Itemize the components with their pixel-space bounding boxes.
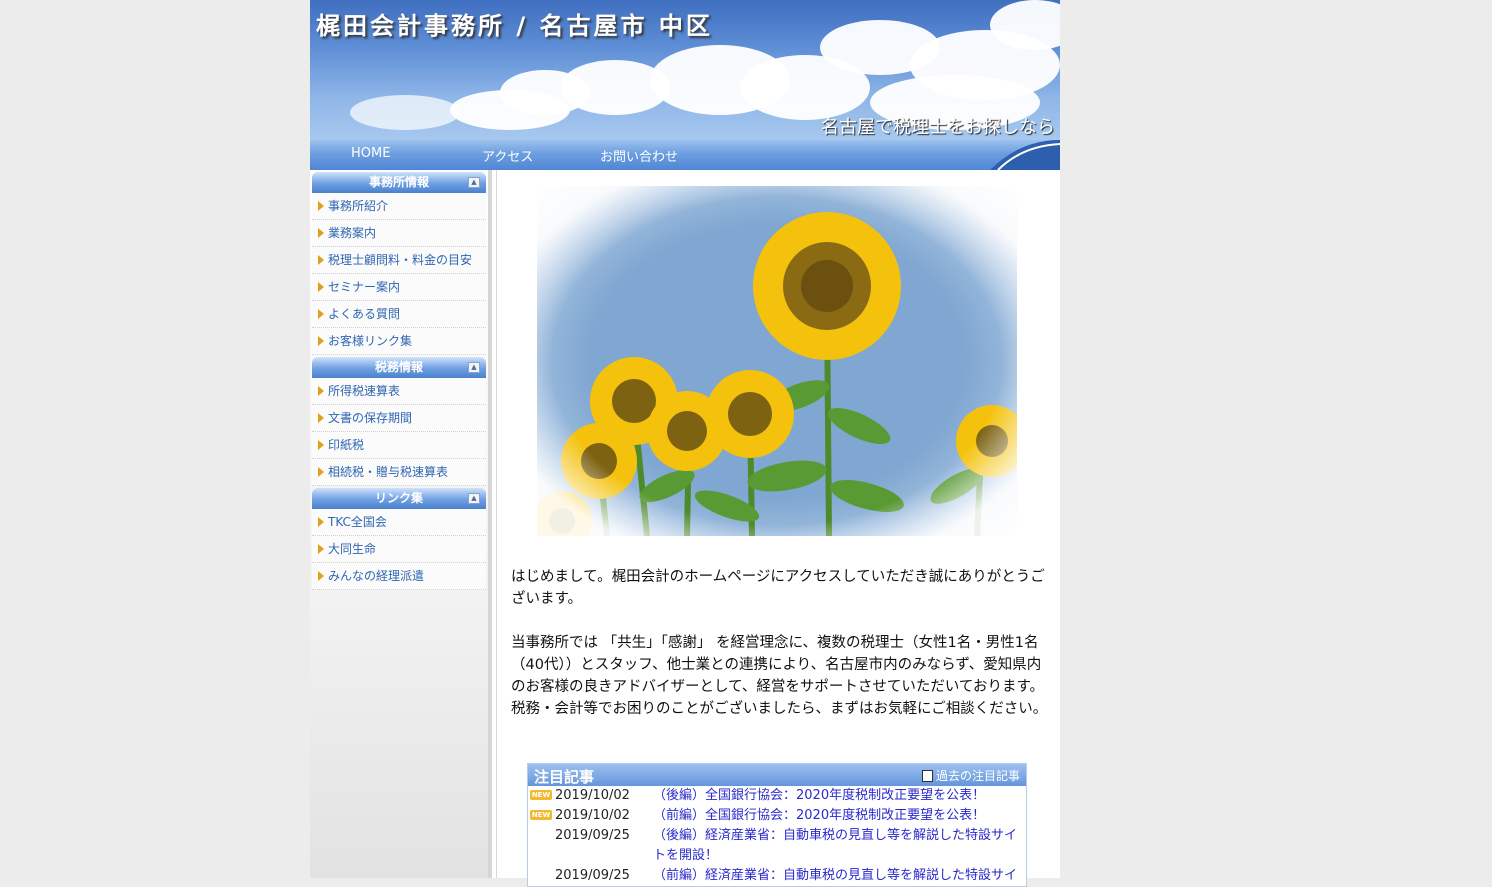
article-date: 2019/09/25	[555, 868, 630, 883]
arrow-icon	[318, 201, 324, 211]
sidebar-item-label: 印紙税	[328, 438, 365, 452]
intro-text: はじめまして。梶田会計のホームページにアクセスしていただき誠にありがとうございま…	[511, 566, 1051, 720]
sidebar-item-faq[interactable]: よくある質問	[312, 301, 486, 328]
sidebar-item-label: 相続税・贈与税速算表	[328, 465, 449, 479]
nav-home[interactable]: HOME	[351, 146, 390, 161]
sidebar-item-label: セミナー案内	[328, 280, 401, 294]
sidebar-section-tax: 税務情報 ▲	[312, 357, 486, 378]
cloud	[350, 95, 460, 130]
sidebar-item-label: 所得税速算表	[328, 384, 401, 398]
cloud	[450, 90, 570, 130]
nav-contact[interactable]: お問い合わせ	[600, 146, 678, 165]
article-row: 2019/09/25 （前編）経済産業省：自動車税の見直し等を解説した特設サイ	[528, 866, 1026, 886]
featured-header: 注目記事 過去の注目記事	[528, 764, 1026, 786]
page: 梶田会計事務所 / 名古屋市 中区 名古屋で税理士をお探しなら HOME アクセ…	[310, 0, 1060, 887]
past-featured-link[interactable]: 過去の注目記事	[921, 767, 1020, 784]
collapse-icon[interactable]: ▲	[468, 362, 480, 373]
article-date: 2019/10/02	[555, 788, 630, 803]
sidebar-item-tkc[interactable]: TKC全国会	[312, 509, 486, 536]
arrow-icon	[318, 282, 324, 292]
sidebar-section-title: リンク集	[374, 491, 423, 505]
top-nav: HOME アクセス お問い合わせ	[310, 140, 1060, 170]
sidebar-section-office: 事務所情報 ▲	[312, 172, 486, 193]
arrow-icon	[318, 517, 324, 527]
sidebar-item-services[interactable]: 業務案内	[312, 220, 486, 247]
sidebar-section-links: リンク集 ▲	[312, 488, 486, 509]
sidebar-item-seminar[interactable]: セミナー案内	[312, 274, 486, 301]
sidebar-item-daido[interactable]: 大同生命	[312, 536, 486, 563]
sidebar-item-label: お客様リンク集	[328, 334, 413, 348]
featured-title: 注目記事	[534, 768, 595, 786]
sidebar-item-fees[interactable]: 税理士顧問料・料金の目安	[312, 247, 486, 274]
nav-access[interactable]: アクセス	[482, 146, 533, 165]
main-content: はじめまして。梶田会計のホームページにアクセスしていただき誠にありがとうございま…	[496, 170, 1060, 887]
sidebar: 事務所情報 ▲ 事務所紹介 業務案内 税理士顧問料・料金の目安 セミナー案内 よ…	[310, 170, 492, 878]
sidebar-item-label: 事務所紹介	[328, 199, 389, 213]
sidebar-item-stamp-tax[interactable]: 印紙税	[312, 432, 486, 459]
sidebar-item-label: 業務案内	[328, 226, 377, 240]
intro-paragraph: はじめまして。梶田会計のホームページにアクセスしていただき誠にありがとうございま…	[511, 569, 1045, 607]
article-link[interactable]: （前編）経済産業省：自動車税の見直し等を解説した特設サイ	[653, 866, 1026, 886]
sidebar-item-keiri-haken[interactable]: みんなの経理派遣	[312, 563, 486, 590]
article-link[interactable]: （後編）全国銀行協会：2020年度税制改正要望を公表！	[653, 786, 1026, 806]
article-link[interactable]: （後編）経済産業省：自動車税の見直し等を解説した特設サイトを開設！	[653, 826, 1026, 866]
article-link[interactable]: （前編）全国銀行協会：2020年度税制改正要望を公表！	[653, 806, 1026, 826]
arrow-icon	[318, 309, 324, 319]
new-badge: NEW	[530, 810, 552, 820]
sidebar-section-title: 税務情報	[374, 360, 423, 374]
intro-paragraph: 当事務所では 「共生」「感謝」 を経営理念に、複数の税理士（女性1名・男性1名（…	[511, 635, 1045, 695]
header-banner: 梶田会計事務所 / 名古屋市 中区 名古屋で税理士をお探しなら	[310, 0, 1060, 140]
article-date: 2019/10/02	[555, 808, 630, 823]
sidebar-item-label: 文書の保存期間	[328, 411, 413, 425]
new-badge: NEW	[530, 790, 552, 800]
arrow-icon	[318, 571, 324, 581]
site-title: 梶田会計事務所 / 名古屋市 中区	[316, 12, 713, 40]
sunflower-illustration	[537, 186, 1017, 536]
sidebar-section-title: 事務所情報	[368, 175, 429, 189]
article-row: NEW 2019/10/02 （前編）全国銀行協会：2020年度税制改正要望を公…	[528, 806, 1026, 826]
arrow-icon	[318, 336, 324, 346]
collapse-icon[interactable]: ▲	[468, 493, 480, 504]
arrow-icon	[318, 544, 324, 554]
arrow-icon	[318, 467, 324, 477]
intro-paragraph: 税務・会計等でお困りのことがございましたら、まずはお気軽にご相談ください。	[511, 701, 1048, 717]
sidebar-item-retention[interactable]: 文書の保存期間	[312, 405, 486, 432]
sidebar-item-inheritance-tax[interactable]: 相続税・贈与税速算表	[312, 459, 486, 486]
collapse-icon[interactable]: ▲	[468, 177, 480, 188]
document-icon	[921, 770, 933, 782]
arrow-icon	[318, 386, 324, 396]
past-featured-label: 過去の注目記事	[935, 769, 1020, 783]
article-row: 2019/09/25 （後編）経済産業省：自動車税の見直し等を解説した特設サイト…	[528, 826, 1026, 866]
sidebar-item-income-tax[interactable]: 所得税速算表	[312, 378, 486, 405]
site-tagline: 名古屋で税理士をお探しなら	[821, 117, 1055, 138]
sidebar-item-label: 大同生命	[328, 542, 377, 556]
nav-swoosh-decoration	[990, 140, 1060, 170]
article-row: NEW 2019/10/02 （後編）全国銀行協会：2020年度税制改正要望を公…	[528, 786, 1026, 806]
sidebar-item-label: TKC全国会	[328, 515, 387, 529]
sidebar-item-office-intro[interactable]: 事務所紹介	[312, 193, 486, 220]
sidebar-item-label: よくある質問	[328, 307, 401, 321]
arrow-icon	[318, 440, 324, 450]
sunflower-photo	[537, 186, 1017, 536]
sidebar-item-customer-links[interactable]: お客様リンク集	[312, 328, 486, 355]
sidebar-item-label: みんなの経理派遣	[328, 569, 425, 583]
arrow-icon	[318, 228, 324, 238]
arrow-icon	[318, 255, 324, 265]
sidebar-item-label: 税理士顧問料・料金の目安	[328, 253, 473, 267]
arrow-icon	[318, 413, 324, 423]
article-date: 2019/09/25	[555, 828, 630, 843]
featured-articles: 注目記事 過去の注目記事 NEW 2019/10/02 （後編）全国銀行協会：2…	[527, 763, 1027, 887]
